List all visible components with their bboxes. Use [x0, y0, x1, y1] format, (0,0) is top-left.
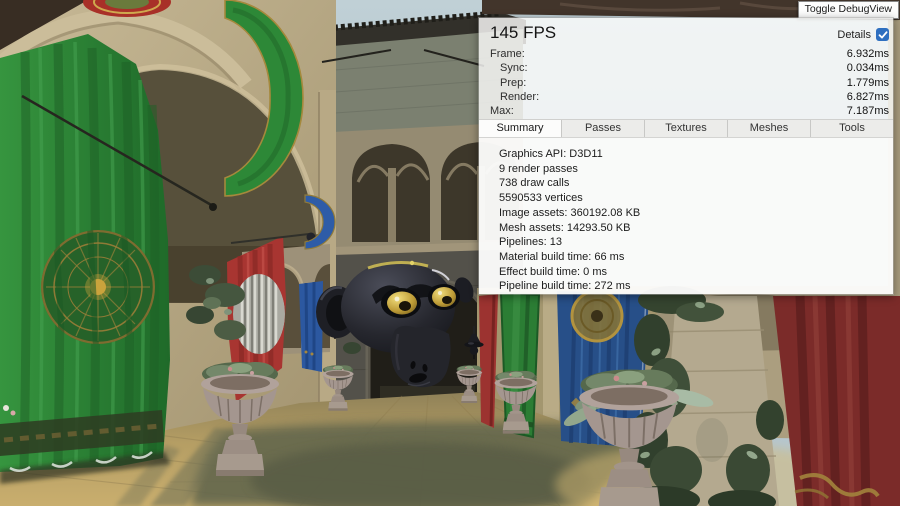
tab-textures[interactable]: Textures — [645, 120, 728, 137]
timing-label: Prep: — [500, 77, 526, 89]
checkbox-check-icon — [878, 30, 888, 40]
summary-line: Pipeline build time: 272 ms — [499, 279, 883, 294]
summary-line: Graphics API: D3D11 — [499, 147, 883, 162]
tab-summary[interactable]: Summary — [479, 120, 562, 137]
timing-rows: Frame: 6.932ms Sync: 0.034ms Prep: 1.779… — [479, 47, 893, 118]
timing-value: 7.187ms — [847, 105, 889, 117]
summary-line: Mesh assets: 14293.50 KB — [499, 221, 883, 236]
debug-panel: 145 FPS Details Frame: 6.932ms Sync: 0.0… — [478, 17, 894, 295]
timing-label: Render: — [500, 91, 539, 103]
summary-line: 738 draw calls — [499, 176, 883, 191]
summary-line: 9 render passes — [499, 162, 883, 177]
summary-line: Pipelines: 13 — [499, 235, 883, 250]
timing-row-prep: Prep: 1.779ms — [479, 76, 893, 90]
panel-header: 145 FPS Details Frame: 6.932ms Sync: 0.0… — [479, 18, 893, 119]
banner-green-large — [0, 34, 170, 484]
timing-value: 6.827ms — [847, 91, 889, 103]
timing-value: 0.034ms — [847, 62, 889, 74]
timing-value: 6.932ms — [847, 48, 889, 60]
summary-line: 5590533 vertices — [499, 191, 883, 206]
summary-line: Material build time: 66 ms — [499, 250, 883, 265]
details-toggle-row: Details — [837, 28, 889, 41]
summary-line: Image assets: 360192.08 KB — [499, 206, 883, 221]
timing-label: Max: — [490, 105, 514, 117]
banner-blue-left — [299, 281, 323, 372]
summary-tab-content: Graphics API: D3D11 9 render passes 738 … — [479, 138, 893, 294]
tab-passes[interactable]: Passes — [562, 120, 645, 137]
app-window: Toggle DebugView 145 FPS Details Frame: … — [0, 0, 900, 506]
details-label: Details — [837, 29, 871, 41]
tab-tools[interactable]: Tools — [811, 120, 893, 137]
timing-label: Sync: — [500, 62, 528, 74]
tab-meshes[interactable]: Meshes — [728, 120, 811, 137]
timing-value: 1.779ms — [847, 77, 889, 89]
timing-row-sync: Sync: 0.034ms — [479, 61, 893, 75]
fps-counter: 145 FPS — [490, 23, 556, 43]
timing-row-max: Max: 7.187ms — [479, 104, 893, 118]
timing-row-render: Render: 6.827ms — [479, 90, 893, 104]
tab-bar: Summary Passes Textures Meshes Tools — [479, 119, 893, 138]
details-checkbox[interactable] — [876, 28, 889, 41]
summary-line: Effect build time: 0 ms — [499, 265, 883, 280]
timing-row-frame: Frame: 6.932ms — [479, 47, 893, 61]
timing-label: Frame: — [490, 48, 525, 60]
